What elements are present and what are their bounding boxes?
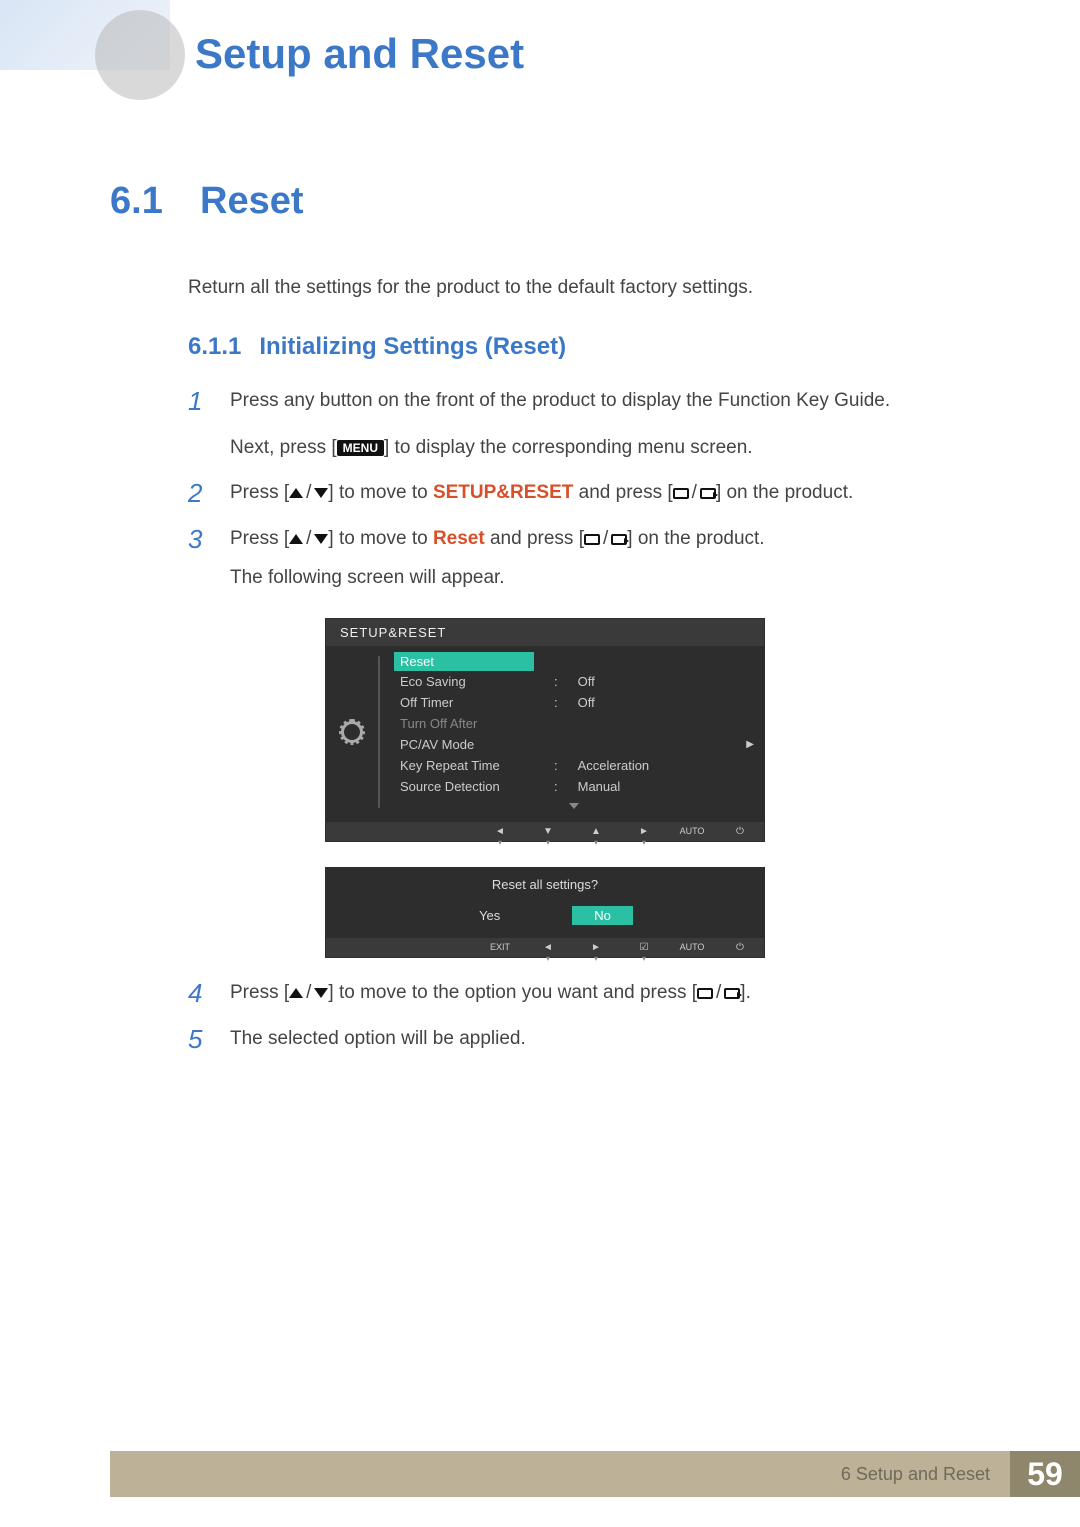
osd-item: Source Detection:Manual [394,776,754,797]
chapter-badge [95,10,185,100]
footer-page-number: 59 [1010,1451,1080,1497]
footer-bar: 6 Setup and Reset [110,1451,1010,1497]
chevron-down-icon [569,803,579,809]
step-number: 3 [188,524,210,555]
osd-nav-right-icon: ►▾ [630,826,658,837]
osd-nav-left-icon: ◄▾ [486,826,514,837]
osd-item: Eco Saving:Off [394,671,754,692]
step-text: Press any button on the front of the pro… [230,386,890,416]
osd-enter-icon: ☑▾ [630,942,658,953]
step-text: Press [ / ] to move to the option you wa… [230,978,751,1009]
section-number: 6.1 [110,180,170,223]
step-subtext: Next, press [MENU] to display the corres… [230,433,980,463]
step-number: 5 [188,1024,210,1055]
osd-confirm-screenshot: Reset all settings? Yes No EXIT ◄▾ ►▾ ☑▾… [325,867,765,958]
section-title: Reset [200,180,304,223]
enter-source-icon: / [697,978,740,1008]
osd-menu-screenshot: SETUP&RESET Reset Eco Saving:Off Off Tim… [325,618,765,842]
osd-nav-right-icon: ►▾ [582,942,610,953]
step-text: Press [ / ] to move to SETUP&RESET and p… [230,478,853,509]
chapter-title: Setup and Reset [195,30,524,78]
up-down-icon: / [289,524,328,554]
subsection-number: 6.1.1 [188,333,241,361]
enter-source-icon: / [673,478,716,508]
chevron-right-icon: ▶ [746,739,754,750]
keyword-reset: Reset [433,528,485,549]
osd-confirm-question: Reset all settings? [492,877,598,892]
footer-chapter-label: 6 Setup and Reset [841,1464,990,1485]
step-number: 4 [188,978,210,1009]
osd-auto-label: AUTO [678,942,706,953]
osd-option-no: No [572,906,633,925]
up-down-icon: / [289,978,328,1008]
step-text: The selected option will be applied. [230,1024,526,1054]
subsection-title: Initializing Settings (Reset) [259,333,566,361]
osd-header: SETUP&RESET [326,619,764,646]
up-down-icon: / [289,478,328,508]
section-intro: Return all the settings for the product … [188,273,980,303]
power-icon: ⏻ [726,826,754,837]
osd-item: PC/AV Mode▶ [394,734,754,755]
gear-icon [341,721,363,743]
osd-item-selected: Reset [394,652,534,671]
osd-nav-up-icon: ▲▾ [582,826,610,837]
power-icon: ⏻ [726,942,754,953]
osd-option-yes: Yes [457,906,522,925]
osd-auto-label: AUTO [678,826,706,837]
osd-nav-down-icon: ▼▾ [534,826,562,837]
osd-item: Turn Off After [394,713,754,734]
osd-nav-left-icon: ◄▾ [534,942,562,953]
enter-source-icon: / [584,524,627,554]
keyword-setup-reset: SETUP&RESET [433,482,573,503]
osd-item: Key Repeat Time:Acceleration [394,755,754,776]
step-text: Press [ / ] to move to Reset and press [… [230,524,765,593]
menu-chip-icon: MENU [337,440,384,456]
step-number: 2 [188,478,210,509]
osd-exit-label: EXIT [486,942,514,953]
osd-item: Off Timer:Off [394,692,754,713]
step-number: 1 [188,386,210,417]
